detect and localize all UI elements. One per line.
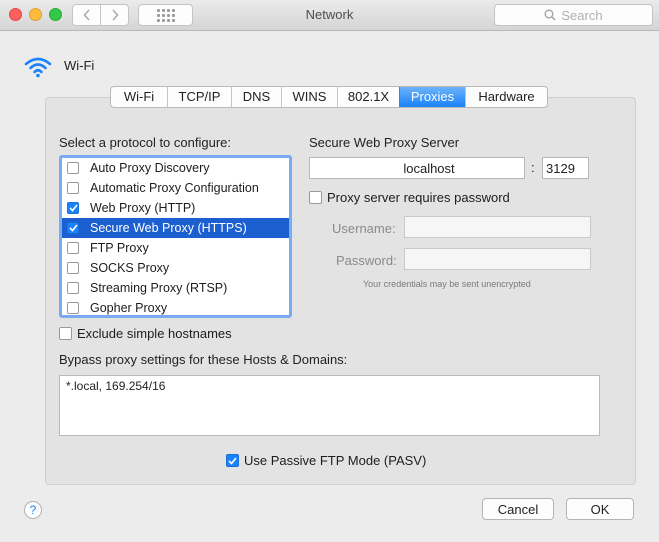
list-item[interactable]: SOCKS Proxy: [62, 258, 289, 278]
protocol-label: SOCKS Proxy: [90, 261, 170, 275]
protocol-label: Streaming Proxy (RTSP): [90, 281, 228, 295]
tab-wifi[interactable]: Wi-Fi: [111, 87, 167, 107]
bypass-textarea[interactable]: *.local, 169.254/16: [59, 375, 600, 436]
exclude-simple-label: Exclude simple hostnames: [77, 326, 232, 341]
credentials-note: Your credentials may be sent unencrypted: [363, 279, 531, 289]
list-item[interactable]: FTP Proxy: [62, 238, 289, 258]
search-field[interactable]: Search: [494, 4, 653, 26]
checkbox[interactable]: [67, 302, 79, 314]
tab-8021x[interactable]: 802.1X: [337, 87, 399, 107]
help-button[interactable]: ?: [24, 501, 42, 519]
checkbox[interactable]: [67, 202, 79, 214]
passive-ftp-checkbox[interactable]: Use Passive FTP Mode (PASV): [226, 453, 426, 468]
password-field[interactable]: [404, 248, 591, 270]
tab-dns[interactable]: DNS: [231, 87, 281, 107]
protocol-label: Secure Web Proxy (HTTPS): [90, 221, 247, 235]
list-item[interactable]: Web Proxy (HTTP): [62, 198, 289, 218]
username-label: Username:: [332, 221, 396, 236]
list-item[interactable]: Streaming Proxy (RTSP): [62, 278, 289, 298]
exclude-simple-hostnames[interactable]: Exclude simple hostnames: [59, 326, 232, 341]
tab-proxies[interactable]: Proxies: [399, 87, 465, 107]
tab-bar: Wi-Fi TCP/IP DNS WINS 802.1X Proxies Har…: [110, 86, 548, 108]
checkmark-icon: [68, 224, 78, 232]
server-heading: Secure Web Proxy Server: [309, 135, 460, 150]
cancel-button[interactable]: Cancel: [482, 498, 554, 520]
proxy-host-field[interactable]: localhost: [309, 157, 525, 179]
protocol-label: Automatic Proxy Configuration: [90, 181, 259, 195]
protocol-list[interactable]: Auto Proxy Discovery Automatic Proxy Con…: [59, 155, 292, 318]
checkbox[interactable]: [67, 182, 79, 194]
wifi-icon: [24, 57, 52, 78]
checkmark-icon: [228, 456, 237, 465]
protocol-heading: Select a protocol to configure:: [59, 135, 231, 150]
list-item[interactable]: Auto Proxy Discovery: [62, 158, 289, 178]
protocol-label: Gopher Proxy: [90, 301, 168, 315]
search-icon: [544, 9, 556, 21]
protocol-label: Web Proxy (HTTP): [90, 201, 196, 215]
tab-wins[interactable]: WINS: [281, 87, 337, 107]
requires-password-checkbox[interactable]: Proxy server requires password: [309, 190, 510, 205]
interface-name: Wi-Fi: [64, 58, 95, 73]
protocol-label: Auto Proxy Discovery: [90, 161, 210, 175]
tab-hardware[interactable]: Hardware: [465, 87, 547, 107]
search-placeholder: Search: [561, 7, 603, 23]
checkbox[interactable]: [309, 191, 322, 204]
checkbox[interactable]: [67, 282, 79, 294]
bypass-heading: Bypass proxy settings for these Hosts & …: [59, 352, 348, 367]
requires-password-label: Proxy server requires password: [327, 190, 510, 205]
protocol-label: FTP Proxy: [90, 241, 149, 255]
checkbox[interactable]: [67, 162, 79, 174]
title-bar: Network Search: [0, 0, 659, 31]
checkmark-icon: [68, 204, 78, 212]
checkbox[interactable]: [67, 242, 79, 254]
list-item[interactable]: Automatic Proxy Configuration: [62, 178, 289, 198]
list-item[interactable]: Secure Web Proxy (HTTPS): [62, 218, 289, 238]
tab-tcpip[interactable]: TCP/IP: [167, 87, 231, 107]
checkbox[interactable]: [67, 262, 79, 274]
proxy-port-field[interactable]: 3129: [542, 157, 589, 179]
checkbox[interactable]: [59, 327, 72, 340]
passive-ftp-label: Use Passive FTP Mode (PASV): [244, 453, 427, 468]
ok-button[interactable]: OK: [566, 498, 634, 520]
list-item[interactable]: Gopher Proxy: [62, 298, 289, 318]
password-label: Password:: [336, 253, 397, 268]
port-separator: :: [531, 160, 535, 175]
checkbox[interactable]: [226, 454, 239, 467]
checkbox[interactable]: [67, 222, 79, 234]
username-field[interactable]: [404, 216, 591, 238]
